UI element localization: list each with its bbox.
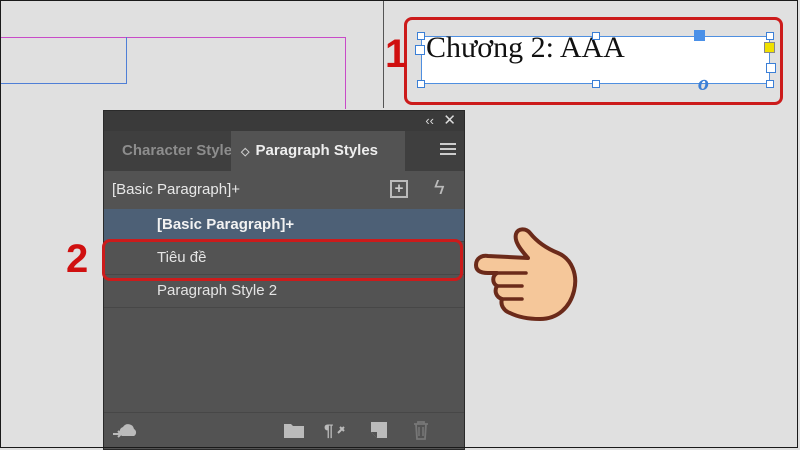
panel-title-bar[interactable]: ‹‹ ✕ xyxy=(104,111,464,131)
current-style-row: [Basic Paragraph]+ + ϟ xyxy=(104,171,464,209)
step-number-2: 2 xyxy=(66,237,89,281)
clear-overrides-icon[interactable]: ¶ xyxy=(324,421,350,439)
tab-paragraph-styles-label: Paragraph Styles xyxy=(255,142,379,159)
new-style-icon[interactable] xyxy=(370,421,388,439)
svg-text:¶: ¶ xyxy=(324,421,333,439)
current-style-label: [Basic Paragraph]+ xyxy=(112,181,240,198)
collapse-panel-icon[interactable]: ‹‹ xyxy=(425,113,434,128)
panel-menu-icon[interactable] xyxy=(440,143,456,157)
style-item-basic-paragraph[interactable]: [Basic Paragraph]+ xyxy=(104,209,464,242)
pointing-hand-icon xyxy=(474,227,578,321)
new-style-group-icon[interactable]: + xyxy=(390,180,408,198)
margin-guide-horizontal xyxy=(0,37,346,38)
tab-character-styles[interactable]: Character Styles xyxy=(104,131,231,171)
cc-library-icon[interactable] xyxy=(112,421,140,441)
callout-box-2 xyxy=(102,239,463,281)
tab-paragraph-styles[interactable]: ◇ Paragraph Styles xyxy=(231,131,405,171)
step-number-1: 1 xyxy=(385,32,408,76)
new-folder-icon[interactable] xyxy=(284,422,304,438)
callout-box-1 xyxy=(404,17,783,105)
tab-chevron-icon: ◇ xyxy=(241,146,250,158)
delete-icon[interactable] xyxy=(412,420,430,440)
panel-bottom-bar: ¶ xyxy=(104,412,464,449)
close-icon[interactable]: ✕ xyxy=(443,111,456,129)
vertical-guide xyxy=(383,0,384,108)
column-guide-vertical xyxy=(126,37,127,84)
column-guide-horizontal xyxy=(0,83,127,84)
quick-apply-icon[interactable]: ϟ xyxy=(434,177,445,200)
panel-tabbar: Character Styles ◇ Paragraph Styles xyxy=(104,131,464,171)
margin-guide-vertical xyxy=(345,37,346,109)
